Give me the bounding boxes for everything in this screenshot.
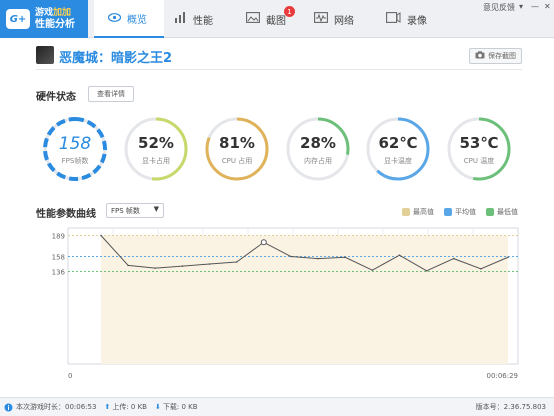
game-avatar [36, 46, 54, 64]
data-point [452, 257, 455, 260]
version-label: 版本号：2.36.75.803 [475, 403, 546, 411]
gauge-value: 158 [58, 134, 92, 154]
gauge-2: 52% 显卡占用 [123, 116, 189, 182]
gauge-value: 52% [138, 134, 174, 152]
tab-recording-label: 录像 [407, 15, 427, 27]
data-point [480, 268, 482, 270]
data-point [127, 264, 129, 267]
tab-screenshots[interactable]: 截图 [246, 0, 306, 38]
camera-icon [475, 50, 485, 62]
legend-max: 最高值 [402, 207, 434, 217]
tab-network-label: 网络 [334, 15, 354, 27]
tab-recording[interactable]: 录像 [386, 0, 446, 38]
x-end-label: 00:06:29 [487, 372, 518, 380]
tab-overview[interactable]: 概览 [94, 0, 164, 38]
range-area [101, 235, 508, 364]
data-point [181, 265, 184, 267]
legend-max-label: 最高值 [413, 208, 434, 216]
legend-min-label: 最低值 [497, 208, 518, 216]
y-tick-label: 136 [52, 269, 66, 277]
network-icon [314, 11, 328, 27]
chevron-down-icon: ▼ [153, 205, 159, 213]
tab-performance-label: 性能 [193, 15, 213, 27]
close-button[interactable]: ✕ [544, 2, 551, 11]
data-point [260, 239, 267, 246]
tab-performance[interactable]: 性能 [174, 0, 234, 38]
game-title: 恶魔城：暗影之王2 [59, 51, 173, 66]
hardware-section-title: 硬件状态 [36, 92, 76, 103]
upload-arrow-icon: ⬆ [104, 403, 111, 411]
gauge-caption: CPU 温度 [463, 157, 495, 165]
data-point [507, 256, 509, 259]
eye-icon [107, 11, 122, 26]
metric-select[interactable]: FPS 帧数 ▼ [106, 203, 164, 218]
download-label: 下载: 0 KB [162, 403, 198, 411]
x-start-label: 0 [68, 372, 72, 380]
image-icon [246, 11, 260, 27]
legend-max-swatch [402, 208, 410, 216]
bar-chart-icon [174, 11, 187, 27]
screenshot-count-badge: 1 [284, 6, 295, 17]
gauge-value: 81% [219, 134, 255, 152]
tab-overview-label: 概览 [127, 14, 147, 26]
data-point [100, 234, 102, 237]
save-screenshot-button[interactable]: 保存截图 [469, 48, 522, 64]
gauge-caption: 显卡占用 [142, 157, 170, 165]
legend-avg-label: 平均值 [455, 208, 476, 216]
metric-select-value: FPS 帧数 [111, 206, 140, 215]
gauge-caption: 内存占用 [304, 157, 332, 165]
logo-text-b: 加加 [53, 8, 72, 18]
status-bar: 本次游戏时长： 00:06:53 ⬆ 上传: 0 KB ⬇ 下载: 0 KB 版本号… [0, 397, 554, 416]
logo-text-a: 游戏 [35, 8, 54, 18]
legend-avg: 平均值 [444, 207, 476, 217]
gauge-1: 158 FPS帧数 [42, 116, 108, 182]
data-point [208, 263, 211, 265]
gauge-5: 62℃ 显卡温度 [365, 116, 431, 182]
gauge-4: 28% 内存占用 [285, 116, 351, 182]
data-point [154, 267, 157, 269]
data-point [235, 261, 238, 263]
gauge-value: 53℃ [459, 134, 499, 152]
save-screenshot-label: 保存截图 [488, 52, 516, 60]
gauge-caption: 显卡温度 [384, 157, 412, 165]
top-bar: G+ 游戏加加 性能分析 概览 性能 截图 1 网络 录像 意见反馈 ▾ — ✕ [0, 0, 554, 38]
duration-value: 00:06:53 [65, 403, 97, 411]
data-point [398, 254, 401, 256]
data-point [317, 257, 319, 260]
menu-dropdown-button[interactable]: ▾ [519, 2, 523, 11]
info-icon [4, 403, 13, 412]
y-tick-label: 158 [52, 254, 65, 262]
gauge-3: 81% CPU 占用 [204, 116, 270, 182]
download-arrow-icon: ⬇ [154, 403, 161, 411]
view-details-button[interactable]: 查看详情 [88, 86, 134, 102]
data-point [344, 256, 347, 259]
perf-section-title: 性能参数曲线 [36, 209, 96, 220]
logo-badge: G+ [6, 9, 30, 29]
data-point [425, 270, 428, 272]
logo-subtitle: 性能分析 [35, 19, 75, 30]
upload-label: 上传: 0 KB [112, 403, 147, 411]
feedback-link[interactable]: 意见反馈 [483, 2, 515, 13]
gauge-value: 28% [300, 134, 336, 152]
duration-label: 本次游戏时长： [16, 403, 65, 411]
game-header: 恶魔城：暗影之王2 保存截图 [36, 46, 522, 70]
app-logo: G+ 游戏加加 性能分析 [0, 0, 88, 38]
gauge-value: 62℃ [378, 134, 418, 152]
legend-min-swatch [486, 208, 494, 216]
data-point [290, 255, 292, 258]
gauge-6: 53℃ CPU 温度 [446, 116, 512, 182]
video-icon [386, 11, 401, 27]
data-point [371, 269, 374, 271]
gauge-caption: CPU 占用 [221, 157, 253, 165]
legend-avg-swatch [444, 208, 452, 216]
y-tick-label: 189 [52, 232, 65, 240]
minimize-button[interactable]: — [531, 2, 539, 11]
tab-network[interactable]: 网络 [314, 0, 374, 38]
legend-min: 最低值 [486, 207, 518, 217]
tab-screenshots-label: 截图 [266, 15, 286, 27]
fps-line-chart: 189 158 136 0 00:06:29 [52, 227, 519, 380]
gauge-caption: FPS帧数 [61, 157, 89, 165]
